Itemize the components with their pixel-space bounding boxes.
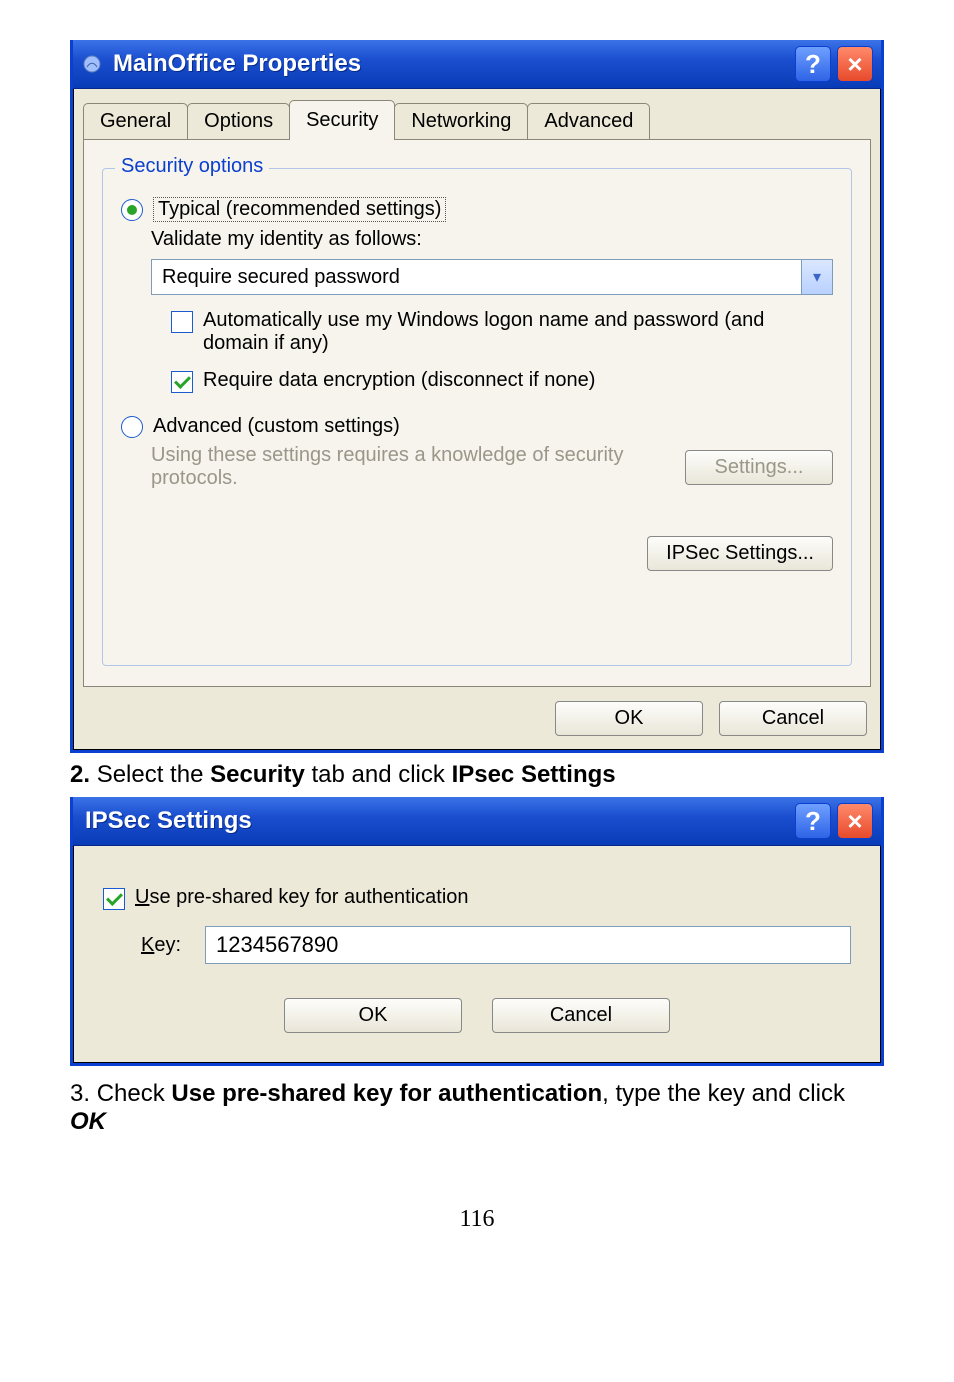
- cancel-button[interactable]: Cancel: [719, 701, 867, 736]
- radio-typical[interactable]: [121, 199, 143, 221]
- chevron-down-icon: ▾: [813, 267, 821, 287]
- key-label: Key:: [141, 934, 181, 957]
- auto-logon-checkbox[interactable]: [171, 311, 193, 333]
- key-row: Key:: [141, 926, 851, 964]
- security-tab-panel: Security options Typical (recommended se…: [83, 139, 871, 687]
- app-icon: [81, 53, 103, 75]
- instruction-2-number: 2.: [70, 761, 90, 788]
- page-number: 116: [70, 1206, 884, 1233]
- ipsec-settings-dialog: IPSec Settings ? × Use pre-shared key fo…: [70, 797, 884, 1066]
- titlebar: IPSec Settings ? ×: [73, 797, 881, 846]
- titlebar: MainOffice Properties ? ×: [73, 40, 881, 89]
- validate-combo[interactable]: Require secured password ▾: [151, 259, 833, 295]
- tab-networking[interactable]: Networking: [394, 103, 528, 139]
- cancel-button[interactable]: Cancel: [492, 998, 670, 1033]
- require-encrypt-checkbox[interactable]: [171, 371, 193, 393]
- require-encrypt-row[interactable]: Require data encryption (disconnect if n…: [171, 369, 833, 393]
- advanced-hint: Using these settings requires a knowledg…: [151, 444, 671, 490]
- dialog-buttons: OK Cancel: [73, 701, 867, 736]
- tab-options[interactable]: Options: [187, 103, 290, 139]
- validate-label: Validate my identity as follows:: [151, 228, 833, 251]
- instruction-3: 3. Check Use pre-shared key for authenti…: [70, 1080, 884, 1136]
- radio-typical-label: Typical (recommended settings): [153, 197, 446, 222]
- help-button[interactable]: ?: [795, 46, 831, 82]
- close-button[interactable]: ×: [837, 46, 873, 82]
- validate-combo-value: Require secured password: [152, 266, 801, 289]
- radio-advanced-label: Advanced (custom settings): [153, 415, 400, 438]
- require-encrypt-label: Require data encryption (disconnect if n…: [203, 369, 595, 392]
- close-icon: ×: [847, 808, 862, 834]
- radio-advanced[interactable]: [121, 416, 143, 438]
- tab-security[interactable]: Security: [289, 100, 395, 140]
- use-psk-checkbox[interactable]: [103, 888, 125, 910]
- dialog-buttons: OK Cancel: [103, 998, 851, 1033]
- ok-button[interactable]: OK: [555, 701, 703, 736]
- help-icon: ?: [805, 51, 821, 77]
- use-psk-label: Use pre-shared key for authentication: [135, 886, 469, 909]
- tab-strip: General Options Security Networking Adva…: [83, 99, 871, 139]
- help-button[interactable]: ?: [795, 803, 831, 839]
- window-title: MainOffice Properties: [113, 50, 795, 78]
- ok-button[interactable]: OK: [284, 998, 462, 1033]
- use-psk-row[interactable]: Use pre-shared key for authentication: [103, 886, 851, 910]
- tab-advanced[interactable]: Advanced: [527, 103, 650, 139]
- validate-combo-button[interactable]: ▾: [801, 260, 832, 294]
- window-title: IPSec Settings: [85, 807, 795, 835]
- instruction-2: 2. Select the Security tab and click IPs…: [70, 761, 884, 789]
- tab-general[interactable]: General: [83, 103, 188, 139]
- ipsec-settings-button[interactable]: IPSec Settings...: [647, 536, 833, 571]
- group-title: Security options: [115, 155, 269, 178]
- security-options-group: Security options Typical (recommended se…: [102, 168, 852, 666]
- auto-logon-label: Automatically use my Windows logon name …: [203, 309, 833, 355]
- radio-advanced-row[interactable]: Advanced (custom settings): [121, 415, 833, 438]
- close-button[interactable]: ×: [837, 803, 873, 839]
- mainoffice-properties-dialog: MainOffice Properties ? × General Option…: [70, 40, 884, 753]
- radio-typical-row[interactable]: Typical (recommended settings): [121, 197, 833, 222]
- help-icon: ?: [805, 808, 821, 834]
- key-input[interactable]: [205, 926, 851, 964]
- auto-logon-row[interactable]: Automatically use my Windows logon name …: [171, 309, 833, 355]
- settings-button: Settings...: [685, 450, 833, 485]
- close-icon: ×: [847, 51, 862, 77]
- ipsec-body: Use pre-shared key for authentication Ke…: [73, 846, 881, 1063]
